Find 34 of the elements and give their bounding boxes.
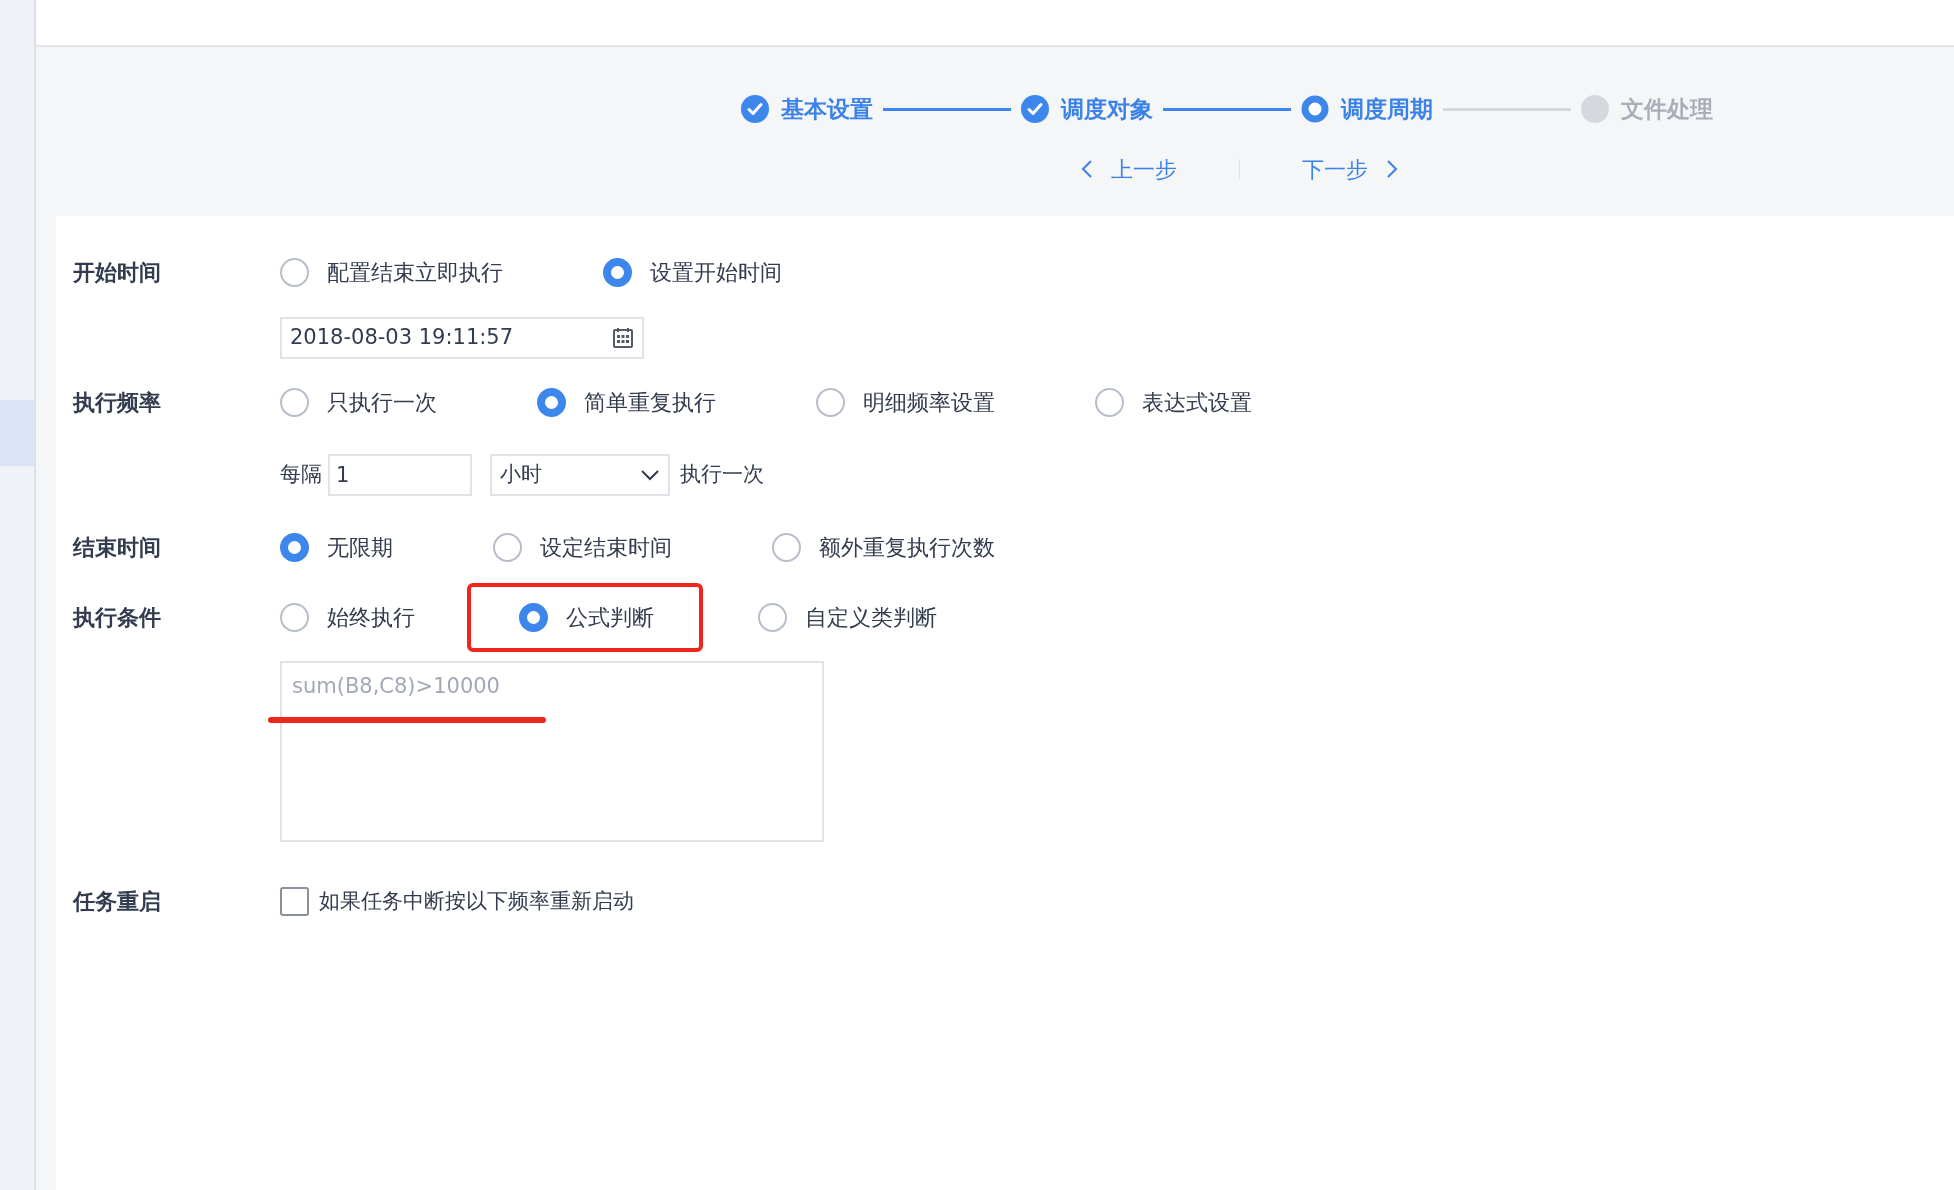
radio-option[interactable]: 自定义类判断 [758, 601, 937, 634]
step-label: 基本设置 [781, 95, 873, 124]
chevron-right-icon [1386, 159, 1398, 179]
checkbox-option[interactable]: 如果任务中断按以下频率重新启动 [280, 885, 634, 918]
radio-option[interactable]: 明细频率设置 [816, 386, 995, 419]
radio-option[interactable]: 表达式设置 [1095, 386, 1252, 419]
formula-input[interactable]: sum(B8,C8)>10000 [280, 660, 824, 842]
radio-option[interactable]: 无限期 [280, 531, 393, 564]
radio-option[interactable]: 设置开始时间 [603, 256, 782, 289]
chevron-down-icon [640, 469, 660, 481]
step-label: 调度周期 [1341, 95, 1433, 124]
calendar-icon[interactable] [612, 326, 634, 349]
date-field[interactable]: 2018-08-03 19:11:57 [280, 316, 644, 359]
radio-option[interactable]: 设定结束时间 [493, 531, 672, 564]
radio-option[interactable]: 始终执行 [280, 601, 415, 634]
interval-prefix: 每隔 [280, 461, 322, 489]
field-label: 结束时间 [73, 535, 161, 560]
radio-option[interactable]: 公式判断 [519, 601, 654, 634]
interval-suffix: 执行一次 [680, 461, 764, 489]
radio-option[interactable]: 只执行一次 [280, 386, 437, 419]
field-label: 任务重启 [73, 889, 161, 914]
step-label: 调度对象 [1061, 95, 1153, 124]
previous-step-button[interactable]: 上一步 [1081, 152, 1177, 186]
next-step-button[interactable]: 下一步 [1302, 152, 1398, 186]
radio-option[interactable]: 简单重复执行 [537, 386, 716, 419]
interval-input[interactable]: 1 [328, 454, 472, 496]
field-label: 执行条件 [73, 605, 161, 630]
radio-option[interactable]: 配置结束立即执行 [280, 256, 503, 289]
step-label: 文件处理 [1621, 95, 1713, 124]
radio-option[interactable]: 额外重复执行次数 [772, 531, 995, 564]
field-label: 开始时间 [73, 260, 161, 285]
chevron-left-icon [1081, 159, 1093, 179]
field-label: 执行频率 [73, 390, 161, 415]
unit-dropdown[interactable]: 小时 [490, 454, 670, 496]
